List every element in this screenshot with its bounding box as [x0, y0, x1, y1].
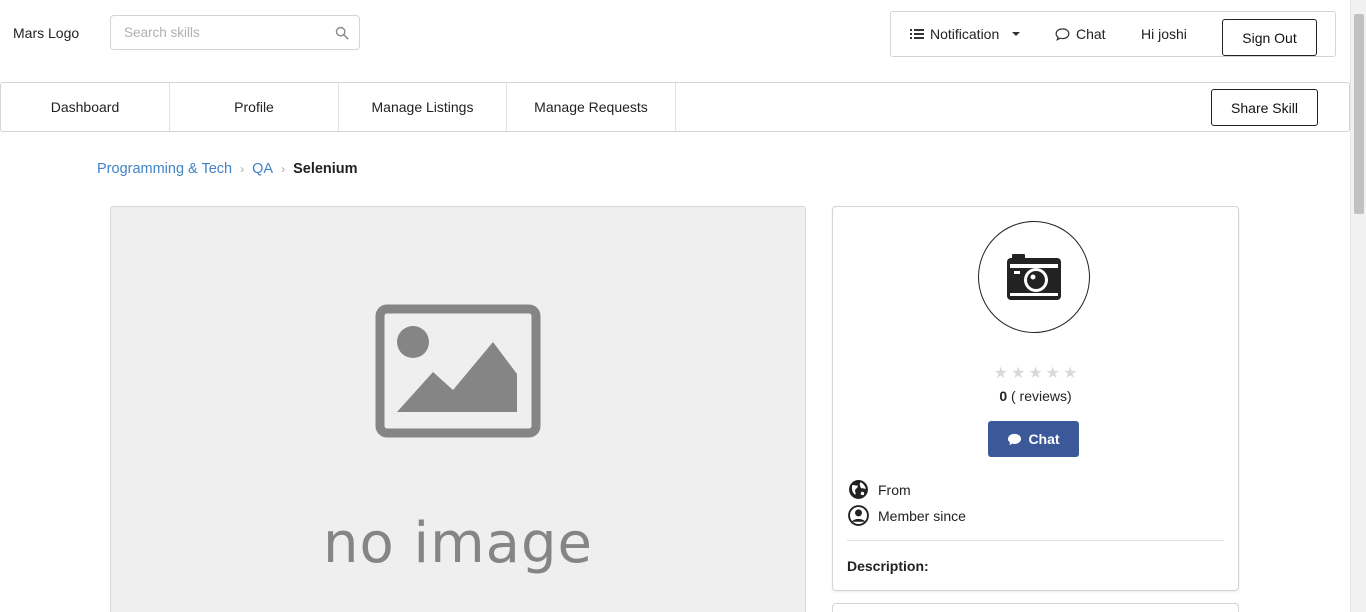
from-label: From [878, 481, 911, 498]
chat-bubble-icon [1055, 28, 1070, 41]
rating-stars: ★ ★ ★ ★ ★ [833, 365, 1238, 383]
share-skill-button[interactable]: Share Skill [1211, 89, 1318, 126]
breadcrumb-current: Selenium [293, 161, 358, 177]
caret-down-icon [1012, 32, 1021, 36]
breadcrumb: Programming & Tech › QA › Selenium [97, 161, 358, 177]
sign-out-button[interactable]: Sign Out [1222, 19, 1317, 56]
site-logo[interactable]: Mars Logo [13, 25, 79, 41]
user-circle-icon [848, 505, 869, 526]
search-input[interactable] [111, 16, 321, 49]
seller-from: From [848, 479, 911, 500]
no-image-text: no image [323, 511, 593, 576]
star-icon: ★ [1063, 365, 1078, 382]
skill-image: no image [110, 206, 806, 612]
chat-button[interactable]: Chat [988, 421, 1079, 457]
chat-button-label: Chat [1028, 431, 1060, 447]
nav-item-profile[interactable]: Profile [170, 83, 339, 131]
reviews-summary: 0 ( reviews) [833, 388, 1238, 404]
card-divider [847, 540, 1224, 541]
member-since-label: Member since [878, 507, 966, 524]
breadcrumb-category[interactable]: Programming & Tech [97, 161, 232, 177]
search-icon[interactable] [335, 26, 349, 40]
nav-item-dashboard[interactable]: Dashboard [1, 83, 170, 131]
nav-item-manage-requests[interactable]: Manage Requests [507, 83, 676, 131]
header-chat-link[interactable]: Chat [1055, 26, 1106, 42]
camera-icon [1007, 254, 1061, 300]
header-chat-label: Chat [1076, 26, 1106, 42]
star-icon: ★ [1045, 365, 1061, 382]
description-label: Description: [847, 558, 929, 574]
notification-dropdown[interactable]: Notification [910, 26, 1021, 42]
star-icon: ★ [993, 365, 1008, 382]
star-icon: ★ [1028, 365, 1043, 382]
page-scrollbar[interactable] [1350, 0, 1366, 612]
list-icon [910, 29, 924, 39]
breadcrumb-subcategory[interactable]: QA [252, 161, 273, 177]
chat-bubble-icon [1008, 433, 1022, 445]
globe-icon [849, 480, 868, 499]
secondary-card [832, 603, 1239, 612]
user-greeting[interactable]: Hi joshi [1141, 26, 1187, 42]
notification-label: Notification [930, 26, 1000, 42]
breadcrumb-separator: › [240, 162, 245, 176]
reviews-label: ( reviews) [1011, 388, 1072, 404]
review-count: 0 [999, 388, 1008, 404]
seller-card: ★ ★ ★ ★ ★ 0 ( reviews) Chat From Member … [832, 206, 1239, 591]
top-bar: Mars Logo Notification Chat Hi joshi [0, 0, 1350, 70]
search-box [110, 15, 360, 50]
breadcrumb-separator: › [281, 162, 286, 176]
star-icon: ★ [1010, 365, 1026, 382]
image-placeholder-icon [375, 304, 541, 438]
scrollbar-thumb[interactable] [1354, 14, 1364, 214]
seller-member-since: Member since [848, 505, 966, 526]
user-menu: Notification Chat Hi joshi Sign Out [890, 11, 1336, 57]
main-nav: Dashboard Profile Manage Listings Manage… [0, 82, 1350, 132]
seller-avatar[interactable] [978, 221, 1090, 333]
nav-item-manage-listings[interactable]: Manage Listings [339, 83, 507, 131]
